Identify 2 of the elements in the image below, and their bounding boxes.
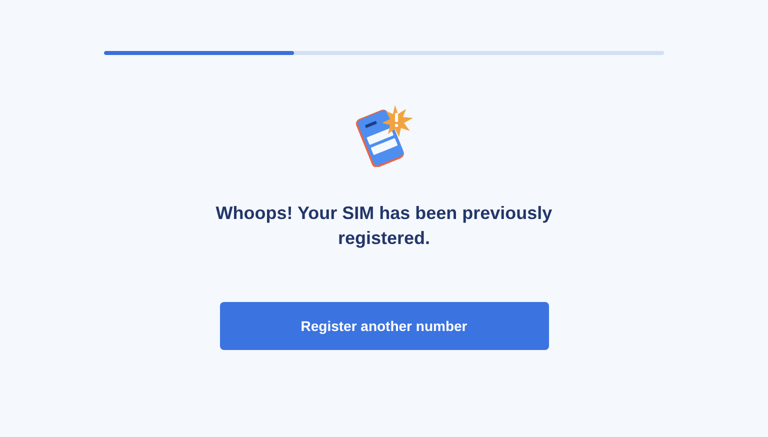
register-button[interactable]: Register another number [220, 302, 548, 350]
error-message: Whoops! Your SIM has been previously registered. [214, 202, 554, 250]
